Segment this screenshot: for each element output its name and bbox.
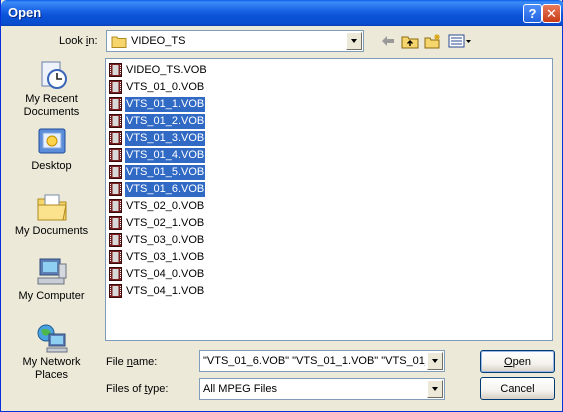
file-item[interactable]: VTS_02_1.VOB xyxy=(109,215,205,231)
my-computer-icon xyxy=(37,258,66,285)
file-name: VTS_02_1.VOB xyxy=(126,216,205,229)
place-label: My Documents xyxy=(14,225,89,237)
file-item[interactable]: VTS_01_4.VOB xyxy=(109,147,206,163)
new-folder-button[interactable] xyxy=(424,32,442,50)
help-icon: ? xyxy=(528,6,537,21)
new-folder-icon xyxy=(424,34,440,49)
open-dialog: Open ? ✕ Look in: VIDEO_TS My Recent Doc… xyxy=(0,0,563,412)
video-file-icon xyxy=(109,284,122,298)
file-name-label: File name: xyxy=(106,356,158,368)
open-button[interactable]: Open xyxy=(480,350,555,373)
look-in-value: VIDEO_TS xyxy=(131,35,186,47)
desktop-icon xyxy=(38,128,65,154)
file-name: VTS_02_0.VOB xyxy=(126,199,205,212)
file-name-field[interactable]: "VTS_01_6.VOB" "VTS_01_1.VOB" "VTS_01_ xyxy=(199,350,445,372)
video-file-icon xyxy=(109,114,122,128)
file-name: VTS_01_0.VOB xyxy=(126,80,205,93)
file-item[interactable]: VTS_03_0.VOB xyxy=(109,232,205,248)
back-arrow-icon xyxy=(382,36,394,46)
chevron-down-icon[interactable] xyxy=(427,352,443,370)
file-name: VIDEO_TS.VOB xyxy=(126,63,207,76)
title-bar[interactable]: Open ? ✕ xyxy=(1,0,563,26)
file-name: VTS_01_1.VOB xyxy=(125,96,206,112)
file-name: VTS_01_2.VOB xyxy=(125,113,206,129)
place-my-computer[interactable]: My Computer xyxy=(6,256,97,303)
file-item[interactable]: VTS_01_2.VOB xyxy=(109,113,206,129)
my-documents-icon xyxy=(37,194,67,221)
file-item[interactable]: VTS_01_1.VOB xyxy=(109,96,206,112)
place-network-places[interactable]: My Network Places xyxy=(6,322,97,382)
video-file-icon xyxy=(109,131,122,145)
chevron-down-icon[interactable] xyxy=(346,32,362,50)
file-item[interactable]: VTS_04_0.VOB xyxy=(109,266,205,282)
video-file-icon xyxy=(109,233,122,247)
view-menu-icon xyxy=(448,34,471,48)
place-desktop[interactable]: Desktop xyxy=(6,126,97,173)
file-item[interactable]: VTS_04_1.VOB xyxy=(109,283,205,299)
place-label: My Network Places xyxy=(22,356,81,381)
video-file-icon xyxy=(109,216,122,230)
place-recent-documents[interactable]: My Recent Documents xyxy=(6,59,97,119)
video-file-icon xyxy=(109,80,122,94)
file-item[interactable]: VTS_01_6.VOB xyxy=(109,181,206,197)
video-file-icon xyxy=(109,165,122,179)
help-button[interactable]: ? xyxy=(523,4,542,23)
file-item[interactable]: VTS_03_1.VOB xyxy=(109,249,205,265)
file-item[interactable]: VTS_01_5.VOB xyxy=(109,164,206,180)
file-list[interactable]: VIDEO_TS.VOB VTS_01_0.VOB VTS_01_1.VOB VTS_… xyxy=(105,58,553,341)
close-button[interactable]: ✕ xyxy=(542,4,561,23)
look-in-dropdown[interactable]: VIDEO_TS xyxy=(106,30,364,52)
open-button-label: Open xyxy=(504,355,531,368)
network-places-icon xyxy=(37,324,67,353)
cancel-button-label: Cancel xyxy=(500,382,535,395)
up-folder-button[interactable] xyxy=(401,32,419,50)
file-name: VTS_04_0.VOB xyxy=(126,267,205,280)
file-name: VTS_01_5.VOB xyxy=(125,164,206,180)
video-file-icon xyxy=(109,148,122,162)
views-menu-button[interactable] xyxy=(448,32,472,50)
file-item[interactable]: VIDEO_TS.VOB xyxy=(109,62,208,78)
file-type-value: All MPEG Files xyxy=(203,383,277,395)
video-file-icon xyxy=(109,199,122,213)
folder-icon xyxy=(111,36,127,48)
place-label: My Computer xyxy=(18,290,85,302)
chevron-down-icon[interactable] xyxy=(427,380,443,398)
dialog-title: Open xyxy=(8,5,42,20)
up-folder-icon xyxy=(401,36,419,48)
video-file-icon xyxy=(109,267,122,281)
video-file-icon xyxy=(109,250,122,264)
place-my-documents[interactable]: My Documents xyxy=(6,191,97,238)
file-name: VTS_01_4.VOB xyxy=(125,147,206,163)
file-name: VTS_01_6.VOB xyxy=(125,181,206,197)
look-in-label: Look in: xyxy=(59,35,98,47)
file-name: VTS_03_0.VOB xyxy=(126,233,205,246)
back-button[interactable] xyxy=(379,32,397,50)
recent-documents-icon xyxy=(41,61,67,89)
cancel-button[interactable]: Cancel xyxy=(480,377,555,400)
file-type-label: Files of type: xyxy=(106,383,169,395)
file-item[interactable]: VTS_01_3.VOB xyxy=(109,130,206,146)
video-file-icon xyxy=(109,97,122,111)
video-file-icon xyxy=(109,182,122,196)
close-icon: ✕ xyxy=(546,5,557,21)
places-bar: My Recent Documents Desktop My Documents xyxy=(6,57,97,381)
place-label: My Recent Documents xyxy=(23,93,80,118)
file-name-value: "VTS_01_6.VOB" "VTS_01_1.VOB" "VTS_01_ xyxy=(203,355,425,367)
file-item[interactable]: VTS_01_0.VOB xyxy=(109,79,205,95)
video-file-icon xyxy=(109,63,122,77)
place-label: Desktop xyxy=(31,160,72,172)
file-type-dropdown[interactable]: All MPEG Files xyxy=(199,378,445,400)
file-name: VTS_03_1.VOB xyxy=(126,250,205,263)
file-name: VTS_04_1.VOB xyxy=(126,284,205,297)
file-name: VTS_01_3.VOB xyxy=(125,130,206,146)
file-item[interactable]: VTS_02_0.VOB xyxy=(109,198,205,214)
